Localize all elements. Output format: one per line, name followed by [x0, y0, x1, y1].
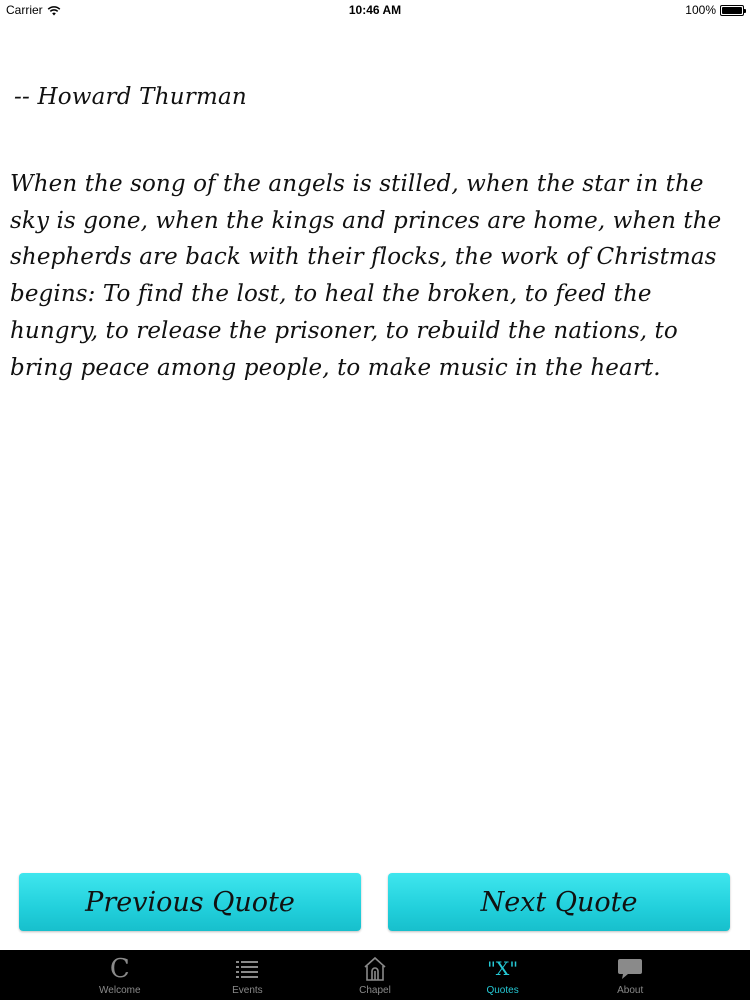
tab-label-chapel: Chapel [359, 985, 391, 996]
tab-chapel[interactable]: Chapel [320, 950, 430, 1000]
tab-welcome[interactable]: C Welcome [65, 950, 175, 1000]
list-icon [236, 955, 259, 983]
tab-label-about: About [617, 985, 644, 996]
quote-x-icon: "X" [487, 958, 519, 980]
tab-events[interactable]: Events [192, 950, 302, 1000]
quote-author: -- Howard Thurman [14, 84, 247, 110]
tab-bar: C Welcome Events Chapel "X" Quotes About [0, 950, 750, 1000]
next-quote-button[interactable]: Next Quote [388, 873, 730, 931]
previous-quote-button[interactable]: Previous Quote [19, 873, 361, 931]
status-right: 100% [685, 3, 746, 17]
tab-label-welcome: Welcome [99, 985, 141, 996]
tab-label-quotes: Quotes [486, 985, 519, 996]
welcome-c-icon: C [109, 954, 130, 984]
battery-icon [720, 4, 746, 16]
speech-bubble-icon [617, 955, 643, 983]
tab-quotes[interactable]: "X" Quotes [448, 950, 558, 1000]
chapel-icon [363, 955, 387, 983]
tab-about[interactable]: About [575, 950, 685, 1000]
tab-label-events: Events [232, 985, 263, 996]
status-bar: Carrier 10:46 AM 100% [0, 0, 750, 22]
status-time: 10:46 AM [348, 3, 402, 17]
battery-percent: 100% [685, 3, 716, 17]
quote-text: When the song of the angels is stilled, … [10, 171, 722, 381]
